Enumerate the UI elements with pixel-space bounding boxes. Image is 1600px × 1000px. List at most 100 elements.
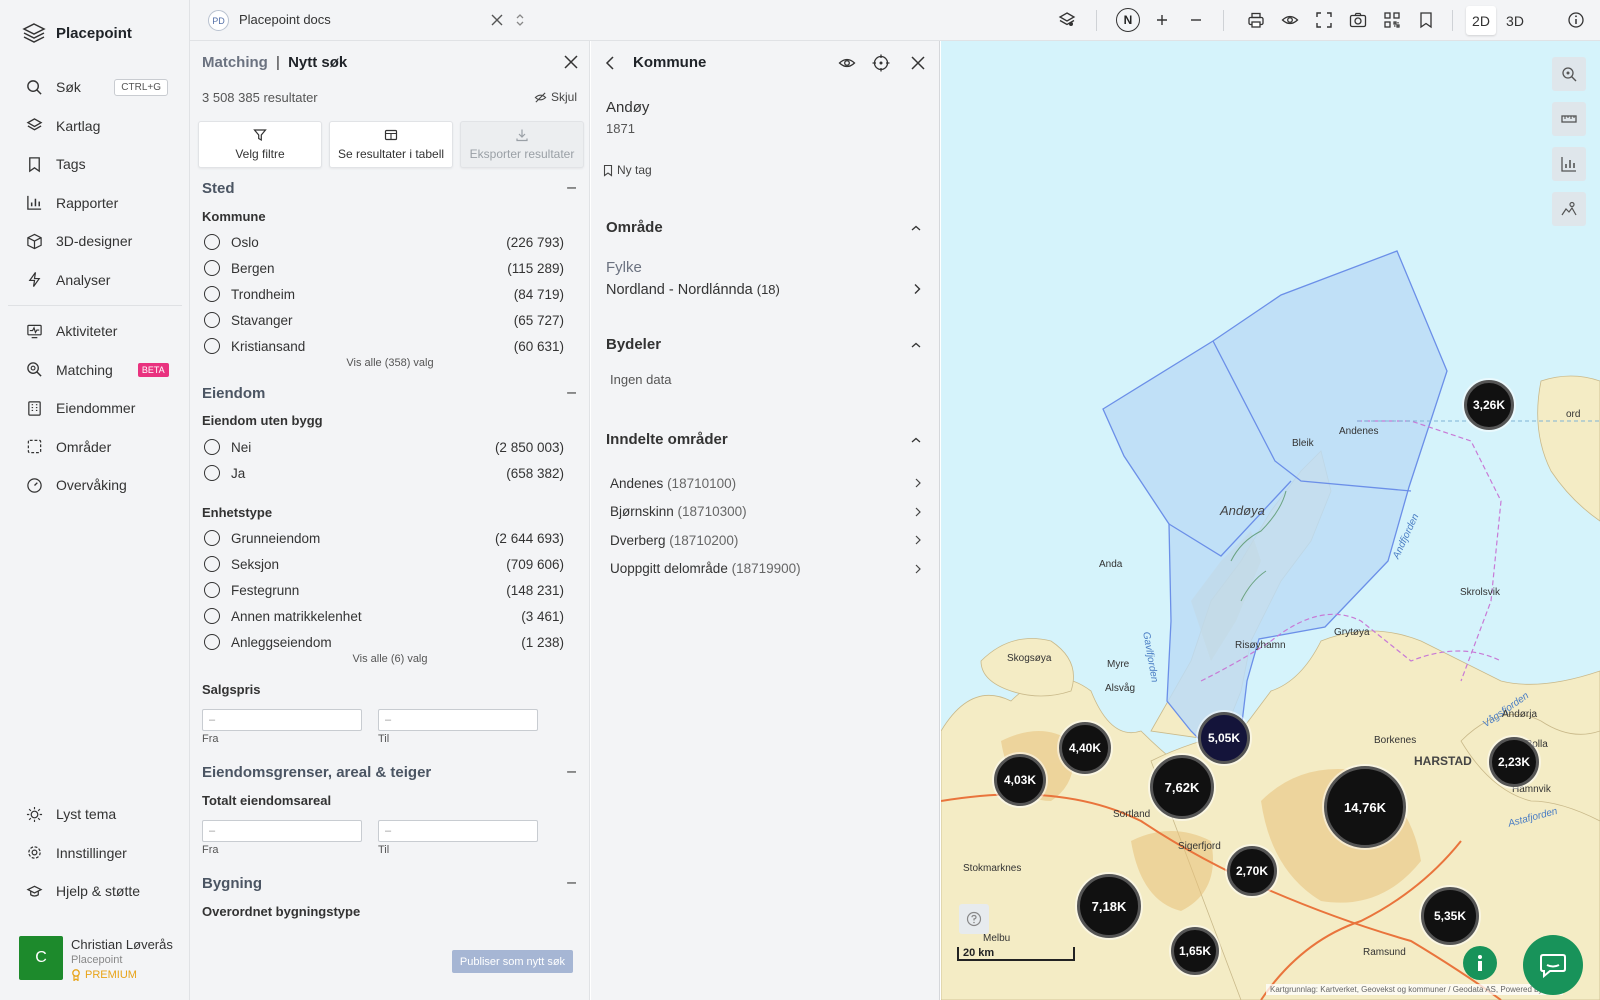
list-item[interactable]: Bjørnskinn (18710300) bbox=[610, 498, 922, 527]
option-anleggseiendom[interactable]: Anleggseiendom (1 238) bbox=[190, 629, 589, 655]
option-nei[interactable]: Nei (2 850 003) bbox=[190, 434, 589, 460]
section-sted[interactable]: Sted – bbox=[190, 177, 589, 199]
sidebar-item-overvaking[interactable]: Overvåking bbox=[0, 466, 190, 505]
radio-button[interactable] bbox=[204, 556, 220, 572]
chevron-up-icon[interactable] bbox=[910, 341, 922, 349]
sidebar-item-tags[interactable]: Tags bbox=[0, 145, 190, 184]
cluster-marker[interactable]: 3,26K bbox=[1464, 380, 1514, 430]
sidebar-item-lyst-tema[interactable]: Lyst tema bbox=[0, 795, 190, 834]
option-oslo[interactable]: Oslo (226 793) bbox=[190, 229, 589, 255]
map-tool-profile[interactable] bbox=[1552, 192, 1586, 226]
cluster-marker[interactable]: 5,05K bbox=[1198, 712, 1250, 764]
radio-button[interactable] bbox=[204, 260, 220, 276]
radio-button[interactable] bbox=[204, 439, 220, 455]
map-layers-icon[interactable] bbox=[1058, 11, 1076, 29]
close-icon[interactable] bbox=[490, 13, 504, 27]
radio-button[interactable] bbox=[204, 582, 220, 598]
document-selector[interactable]: Placepoint docs bbox=[239, 12, 331, 27]
fullscreen-icon[interactable] bbox=[1315, 11, 1333, 29]
info-float-button[interactable] bbox=[1463, 946, 1497, 980]
select-filters-button[interactable]: Velg filtre bbox=[198, 121, 322, 168]
map-tool-measure[interactable] bbox=[1552, 102, 1586, 136]
list-item[interactable]: Uoppgitt delområde (18719900) bbox=[610, 555, 922, 584]
cluster-marker[interactable]: 7,62K bbox=[1150, 755, 1214, 819]
chat-support-button[interactable] bbox=[1523, 935, 1583, 995]
radio-button[interactable] bbox=[204, 465, 220, 481]
radio-button[interactable] bbox=[204, 312, 220, 328]
bookmark-icon[interactable] bbox=[1417, 11, 1435, 29]
publish-search-button[interactable]: Publiser som nytt søk bbox=[452, 950, 573, 973]
chevron-up-icon[interactable] bbox=[910, 224, 922, 232]
list-item[interactable]: Dverberg (18710200) bbox=[610, 526, 922, 555]
show-all-kommune-link[interactable]: Vis alle (358) valg bbox=[190, 357, 589, 369]
section-omrade[interactable]: Område bbox=[606, 219, 922, 236]
sidebar-item-analyser[interactable]: Analyser bbox=[0, 261, 190, 300]
option-stavanger[interactable]: Stavanger (65 727) bbox=[190, 307, 589, 333]
map-view[interactable]: Andenes Bleik Andøya Anda Andfjorden Skr… bbox=[941, 41, 1600, 1000]
collapse-icon[interactable]: – bbox=[567, 874, 576, 892]
export-results-button[interactable]: Eksporter resultater bbox=[460, 121, 584, 168]
eye-icon[interactable] bbox=[1281, 11, 1299, 29]
sidebar-item-omrader[interactable]: Områder bbox=[0, 428, 190, 467]
hide-button[interactable]: Skjul bbox=[534, 90, 577, 104]
fylke-link[interactable]: Nordland - Nordlánnda (18) bbox=[606, 282, 922, 298]
eye-icon[interactable] bbox=[838, 54, 856, 72]
sidebar-item-aktiviteter[interactable]: Aktiviteter bbox=[0, 312, 190, 351]
option-ja[interactable]: Ja (658 382) bbox=[190, 460, 589, 486]
collapse-icon[interactable]: – bbox=[567, 763, 576, 781]
cluster-marker[interactable]: 4,40K bbox=[1059, 722, 1111, 774]
map-tool-search-area[interactable] bbox=[1552, 57, 1586, 91]
sidebar-item-rapporter[interactable]: Rapporter bbox=[0, 184, 190, 223]
breadcrumb-matching[interactable]: Matching bbox=[202, 54, 268, 71]
back-chevron-icon[interactable] bbox=[603, 54, 617, 72]
collapse-icon[interactable]: – bbox=[567, 384, 576, 402]
new-tag-button[interactable]: Ny tag bbox=[602, 163, 652, 177]
cluster-marker[interactable]: 2,70K bbox=[1227, 846, 1277, 896]
option-seksjon[interactable]: Seksjon (709 606) bbox=[190, 551, 589, 577]
compass-button[interactable]: N bbox=[1116, 8, 1140, 32]
radio-button[interactable] bbox=[204, 634, 220, 650]
option-kristiansand[interactable]: Kristiansand (60 631) bbox=[190, 333, 589, 359]
show-all-enhetstype-link[interactable]: Vis alle (6) valg bbox=[190, 653, 589, 665]
cluster-marker[interactable]: 14,76K bbox=[1324, 766, 1406, 848]
area-from-input[interactable]: – bbox=[202, 820, 362, 842]
view-3d-button[interactable]: 3D bbox=[1500, 6, 1530, 35]
radio-button[interactable] bbox=[204, 608, 220, 624]
section-eiendom[interactable]: Eiendom – bbox=[190, 382, 589, 404]
show-table-button[interactable]: Se resultater i tabell bbox=[329, 121, 453, 168]
section-bydeler[interactable]: Bydeler bbox=[606, 336, 922, 353]
view-2d-button[interactable]: 2D bbox=[1466, 6, 1496, 35]
section-inndelte[interactable]: Inndelte områder bbox=[606, 431, 922, 448]
camera-icon[interactable] bbox=[1349, 11, 1367, 29]
cluster-marker[interactable]: 4,03K bbox=[994, 754, 1046, 806]
cluster-marker[interactable]: 5,35K bbox=[1421, 887, 1479, 945]
option-annen-matrikkelenhet[interactable]: Annen matrikkelenhet (3 461) bbox=[190, 603, 589, 629]
chevron-up-icon[interactable] bbox=[910, 436, 922, 444]
radio-button[interactable] bbox=[204, 234, 220, 250]
close-icon[interactable] bbox=[909, 54, 927, 72]
option-grunneiendom[interactable]: Grunneiendom (2 644 693) bbox=[190, 525, 589, 551]
zoom-in-icon[interactable] bbox=[1153, 11, 1171, 29]
list-item[interactable]: Andenes (18710100) bbox=[610, 469, 922, 498]
sidebar-item-sok[interactable]: Søk CTRL+G bbox=[0, 68, 190, 107]
sidebar-item-kartlag[interactable]: Kartlag bbox=[0, 107, 190, 146]
qr-code-icon[interactable] bbox=[1383, 11, 1401, 29]
map-tool-statistics[interactable] bbox=[1552, 147, 1586, 181]
option-trondheim[interactable]: Trondheim (84 719) bbox=[190, 281, 589, 307]
info-icon[interactable] bbox=[1567, 11, 1585, 29]
user-profile[interactable]: C Christian Løverås Placepoint PREMIUM bbox=[19, 936, 173, 981]
sidebar-item-eiendommer[interactable]: Eiendommer bbox=[0, 389, 190, 428]
radio-button[interactable] bbox=[204, 530, 220, 546]
cluster-marker[interactable]: 1,65K bbox=[1171, 927, 1219, 975]
crosshair-icon[interactable] bbox=[872, 54, 890, 72]
collapse-icon[interactable]: – bbox=[567, 179, 576, 197]
chevron-updown-icon[interactable] bbox=[514, 12, 526, 28]
sidebar-item-innstillinger[interactable]: Innstillinger bbox=[0, 834, 190, 873]
section-eiendomsgrenser[interactable]: Eiendomsgrenser, areal & teiger – bbox=[190, 761, 589, 783]
radio-button[interactable] bbox=[204, 286, 220, 302]
sidebar-item-matching[interactable]: Matching BETA bbox=[0, 351, 190, 390]
app-logo[interactable]: Placepoint bbox=[22, 22, 132, 44]
cluster-marker[interactable]: 7,18K bbox=[1077, 874, 1141, 938]
option-festegrunn[interactable]: Festegrunn (148 231) bbox=[190, 577, 589, 603]
sidebar-item-hjelp[interactable]: Hjelp & støtte bbox=[0, 872, 190, 911]
